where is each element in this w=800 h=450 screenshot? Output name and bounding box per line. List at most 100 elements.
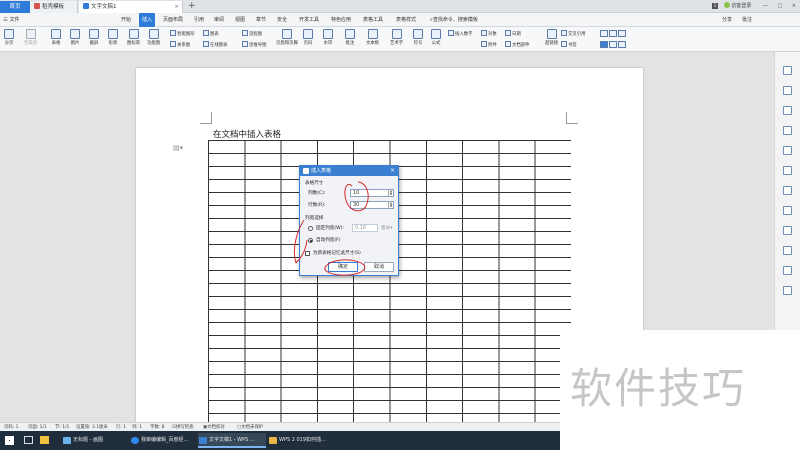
watermark-icon [323, 29, 333, 39]
sidebar-settings-icon[interactable] [783, 246, 792, 255]
chart-button[interactable]: 图表 [203, 30, 219, 37]
spinner-arrows-icon[interactable]: ▲ ▼ [388, 190, 393, 196]
file-menu[interactable]: 三 文件 [3, 13, 20, 27]
remember-size-checkbox[interactable] [305, 251, 310, 256]
menu-chapter[interactable]: 章节 [256, 13, 266, 27]
shape-button[interactable]: 形状 [108, 29, 118, 46]
word-art-icon [391, 29, 402, 39]
mindmap-button[interactable]: 思维导图 [242, 41, 267, 48]
comment-button[interactable]: 批注 [742, 13, 752, 27]
taskbar-item-browser[interactable]: 我审编编辑_百度经… [130, 433, 196, 448]
object-button[interactable]: 对象 [481, 30, 497, 37]
taskbar-item-paint[interactable]: 无标题 - 画图 [62, 433, 128, 448]
sidebar-chart-icon[interactable] [783, 166, 792, 175]
sidebar-share-icon[interactable] [783, 206, 792, 215]
writer-doc-icon [83, 3, 89, 9]
tab-templates[interactable]: 稻壳模板 [30, 1, 78, 13]
ok-button[interactable]: 确定 [328, 262, 358, 272]
file-explorer-icon[interactable] [40, 436, 49, 444]
table-button[interactable]: 表格 [51, 29, 61, 46]
auto-width-radio[interactable] [308, 238, 313, 243]
menu-table-style[interactable]: 表格样式 [396, 13, 416, 27]
hyperlink-button[interactable]: 超链接 [545, 29, 558, 46]
maximize-icon[interactable]: □ [777, 3, 782, 9]
doc-parts-button[interactable]: 文档部件 [505, 41, 530, 48]
word-art-button[interactable]: 艺术字 [390, 29, 403, 46]
sidebar-shape-icon[interactable] [783, 106, 792, 115]
sidebar-extra-icon[interactable] [783, 286, 792, 295]
paragraph-handle-icon[interactable]: ▤▾ [173, 144, 183, 152]
paint-icon [63, 437, 71, 444]
relation-chart-button[interactable]: 关系图 [170, 41, 190, 48]
menu-insert[interactable]: 插入 [139, 13, 156, 27]
sidebar-more-icon[interactable] [783, 266, 792, 275]
page-break-button[interactable]: 分页 [4, 29, 14, 46]
windows-start-icon[interactable] [5, 436, 14, 445]
tab-home[interactable]: 首页 [0, 1, 30, 13]
cancel-button[interactable]: 取消 [364, 262, 394, 272]
taskbar-item-folder[interactable]: WPS 2 019如何插… [268, 433, 334, 448]
menu-page-layout[interactable]: 页面布局 [163, 13, 183, 27]
header-footer-button[interactable]: 页眉和页脚 [276, 29, 298, 46]
textbox-button[interactable]: 文本框 [366, 29, 379, 46]
sidebar-style-icon[interactable] [783, 66, 792, 75]
icon-library-button[interactable]: 图标库 [127, 29, 140, 46]
function-chart-button[interactable]: 功能图 [147, 29, 160, 46]
menu-view[interactable]: 视图 [235, 13, 245, 27]
picture-button[interactable]: 图片 [70, 29, 80, 46]
fixed-width-spinner[interactable]: 0.16 [352, 224, 378, 232]
sidebar-property-icon[interactable] [783, 126, 792, 135]
fixed-width-radio[interactable] [308, 226, 313, 231]
flowchart-button[interactable]: 流程图 [242, 30, 262, 37]
tab-document[interactable]: 文字文稿1 × [79, 1, 183, 13]
date-button[interactable]: 日期 [505, 30, 521, 37]
share-button[interactable]: 分享 [722, 13, 732, 27]
insert-number-icon [448, 30, 454, 36]
sidebar-backup-icon[interactable] [783, 186, 792, 195]
screenshot-button[interactable]: 截屏 [89, 29, 99, 46]
rows-spinner[interactable]: 30 ▲ ▼ [350, 201, 394, 209]
page-number-button[interactable]: 页码 [303, 29, 313, 46]
blank-page-button[interactable]: 空白页 [24, 29, 37, 46]
insert-number-button[interactable]: 插入数字 [448, 30, 473, 37]
sidebar-help-icon[interactable] [783, 226, 792, 235]
close-window-icon[interactable]: × [792, 3, 796, 9]
comment-insert-button[interactable]: 批注 [345, 29, 355, 46]
sidebar-select-icon[interactable] [783, 86, 792, 95]
layout-toggle-icons[interactable] [600, 30, 627, 38]
margin-mark [200, 112, 212, 124]
mindmap-icon [242, 41, 248, 47]
task-view-icon[interactable] [24, 436, 33, 444]
taskbar-item-wps[interactable]: 文字文稿1 - WPS … [198, 433, 266, 448]
cross-reference-button[interactable]: 交叉引用 [561, 30, 586, 37]
menu-start[interactable]: 开始 [121, 13, 131, 27]
watermark-button[interactable]: 水印 [323, 29, 333, 46]
cols-spinner[interactable]: 10 ▲ ▼ [350, 189, 394, 197]
dialog-title-bar[interactable]: 插入表格 × [300, 166, 398, 176]
close-tab-icon[interactable]: × [174, 1, 179, 13]
menu-review[interactable]: 审阅 [214, 13, 224, 27]
menu-special[interactable]: 特色应用 [331, 13, 351, 27]
menu-reference[interactable]: 引用 [194, 13, 204, 27]
close-icon[interactable]: × [390, 166, 395, 176]
menu-dev-tools[interactable]: 开发工具 [299, 13, 319, 27]
spinner-arrows-icon[interactable]: ▲ ▼ [388, 202, 393, 208]
minimize-icon[interactable]: — [763, 3, 768, 9]
menu-table-tools[interactable]: 表格工具 [363, 13, 383, 27]
unit-select[interactable]: 厘米▾ [381, 225, 393, 231]
attachment-button[interactable]: 附件 [481, 41, 497, 48]
notification-badge[interactable]: 1 [712, 3, 719, 9]
sidebar-nav-icon[interactable] [783, 146, 792, 155]
login-link[interactable]: 访客登录 [731, 3, 751, 9]
avatar[interactable] [723, 2, 730, 8]
new-tab-button[interactable]: + [188, 0, 196, 13]
online-chart-button[interactable]: 在线图表 [203, 41, 228, 48]
formula-button[interactable]: 公式 [431, 29, 441, 46]
layout-toggle-icons-2[interactable] [600, 41, 627, 49]
bookmark-button[interactable]: 书签 [561, 41, 577, 48]
menu-security[interactable]: 安全 [277, 13, 287, 27]
smart-art-button[interactable]: 智能图形 [170, 30, 195, 37]
command-search[interactable]: ⌕查找命令、搜索模板 [430, 13, 478, 27]
document-heading[interactable]: 在文档中插入表格 [213, 128, 281, 140]
symbol-button[interactable]: 符号 [413, 29, 423, 46]
